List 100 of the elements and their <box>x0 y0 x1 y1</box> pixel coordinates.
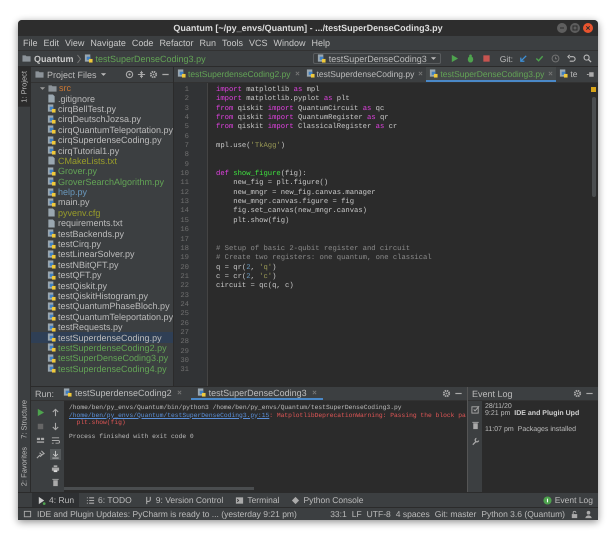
status-message[interactable]: IDE and Plugin Updates: PyCharm is ready to ... (yesterday 9:21 pm) <box>37 509 297 519</box>
caret-icon[interactable] <box>430 55 437 62</box>
menu-item[interactable]: Refactor <box>156 38 196 48</box>
editor-tab[interactable]: te <box>556 67 580 82</box>
status-item[interactable]: UTF-8 <box>366 509 391 519</box>
menu-item[interactable]: Run <box>196 38 219 48</box>
run-config-dropdown[interactable]: testSuperDenseCoding3 <box>312 53 441 64</box>
status-item[interactable]: 4 spaces <box>396 509 430 519</box>
tree-item[interactable]: .gitignore <box>31 93 173 104</box>
tree-item[interactable]: testQiskitHistogram.py <box>31 290 173 302</box>
tree-item[interactable]: testRequests.py <box>31 322 173 332</box>
status-item[interactable]: LF <box>352 509 362 519</box>
run-tab[interactable]: testSuperdenseCoding2 <box>57 387 188 400</box>
editor-tab[interactable]: testSuperDenseCoding3.py <box>426 67 556 82</box>
status-item[interactable]: Python 3.6 (Quantum) <box>481 509 565 519</box>
project-view-dropdown[interactable]: Project Files <box>47 70 97 80</box>
tree-item[interactable]: testSuperdenseCoding2.py <box>31 342 173 354</box>
tree-item[interactable]: cirqDeutschJozsa.py <box>31 114 173 125</box>
scrollbar[interactable] <box>592 97 596 197</box>
tool-window-button[interactable]: 4: Run <box>32 493 80 507</box>
tree-item[interactable]: testNBitQFT.py <box>31 260 173 270</box>
wrench-icon[interactable] <box>470 437 480 446</box>
menu-item[interactable]: Edit <box>40 38 62 48</box>
settings-icon[interactable] <box>149 70 158 79</box>
tree-item[interactable]: cirqBellTest.py <box>31 104 173 114</box>
print-icon[interactable] <box>50 464 60 472</box>
menu-item[interactable]: View <box>62 38 88 48</box>
debug-icon[interactable] <box>466 54 475 63</box>
tree-item[interactable]: testBackends.py <box>31 228 173 239</box>
tree-item[interactable]: CMakeLists.txt <box>31 156 173 166</box>
menu-item[interactable]: Navigate <box>87 38 129 48</box>
close-icon[interactable] <box>418 71 424 76</box>
scrollbar[interactable] <box>64 487 254 490</box>
tree-item[interactable]: testQFT.py <box>31 270 173 280</box>
arrow-icon[interactable] <box>519 54 528 63</box>
mark-read-icon[interactable] <box>470 405 480 414</box>
tree-item[interactable]: main.py <box>31 197 173 208</box>
tool-window-button[interactable]: 9: Version Control <box>138 493 228 507</box>
wrap-icon[interactable] <box>50 436 60 444</box>
search-icon[interactable] <box>583 54 592 63</box>
tree-item[interactable]: testSuperDenseCoding3.py <box>31 353 173 364</box>
caret-icon[interactable] <box>100 71 107 78</box>
pin-icon[interactable] <box>36 450 44 458</box>
editor-tab[interactable]: testSuperdenseCoding.py <box>302 67 426 82</box>
clock-icon[interactable] <box>551 54 560 63</box>
tree-item[interactable]: requirements.txt <box>31 218 173 228</box>
inspector-icon[interactable] <box>584 510 593 518</box>
settings-icon[interactable] <box>573 389 582 398</box>
warning-marker-icon[interactable] <box>591 87 596 92</box>
tree-item[interactable]: cirqQuantumTeleportation.py <box>31 124 173 135</box>
trash-icon[interactable] <box>470 421 480 430</box>
tree-item[interactable]: help.py <box>31 186 173 198</box>
down-arrow-icon[interactable] <box>50 422 60 430</box>
undo-icon[interactable] <box>567 54 576 63</box>
layout-icon[interactable] <box>36 436 44 444</box>
status-item[interactable]: 33:1 <box>330 509 347 519</box>
close-icon[interactable] <box>312 390 317 395</box>
tree-item[interactable]: src <box>31 83 173 94</box>
breadcrumb-file[interactable]: testSuperDenseCoding3.py <box>96 54 206 64</box>
menu-item[interactable]: Window <box>270 38 309 48</box>
expand-caret-icon[interactable] <box>39 84 46 92</box>
tool-window-button[interactable]: Python Console <box>286 493 368 507</box>
menu-item[interactable]: VCS <box>246 38 270 48</box>
tree-item[interactable]: testQiskit.py <box>31 280 173 291</box>
tree-item[interactable]: cirqTutorial1.py <box>31 145 173 156</box>
close-icon[interactable] <box>294 71 300 76</box>
tree-item[interactable]: GroverSearchAlgorithm.py <box>31 176 173 187</box>
tree-item[interactable]: testSuperdenseCoding4.py <box>31 364 173 374</box>
up-arrow-icon[interactable] <box>50 408 60 416</box>
tree-item[interactable]: testCirq.py <box>31 238 173 250</box>
menu-item[interactable]: Help <box>308 38 334 48</box>
breadcrumb-project[interactable]: Quantum <box>34 54 74 64</box>
editor-tab[interactable]: testSuperdenseCoding2.py <box>174 67 303 82</box>
tool-window-button[interactable]: Terminal <box>230 493 284 507</box>
run-icon[interactable] <box>450 54 459 63</box>
tree-item[interactable]: testQuantumTeleportation.py <box>31 312 173 322</box>
tree-item[interactable]: pyvenv.cfg <box>31 208 173 218</box>
tree-item[interactable]: testQuantumPhaseBloch.py <box>31 301 173 312</box>
menu-item[interactable]: Code <box>128 38 156 48</box>
scroll-to-end-icon[interactable] <box>50 448 60 460</box>
close-icon[interactable] <box>176 390 182 395</box>
menu-item[interactable]: File <box>20 38 41 48</box>
tree-item[interactable]: testSuperdenseCoding.py <box>31 332 173 343</box>
run-tab[interactable]: testSuperDenseCoding3 <box>190 387 323 400</box>
stop-icon[interactable] <box>482 54 491 63</box>
tree-item[interactable]: cirqSuperdenseCoding.py <box>31 134 173 146</box>
rerun-icon[interactable] <box>36 408 44 416</box>
tree-item[interactable]: Grover.py <box>31 166 173 177</box>
check-icon[interactable] <box>535 54 544 63</box>
tool-window-button[interactable]: Event Log <box>538 493 598 507</box>
tool-window-button[interactable]: 6: TODO <box>81 493 137 507</box>
lock-icon[interactable] <box>570 510 579 518</box>
status-item[interactable]: Git: master <box>434 509 476 519</box>
settings-icon[interactable] <box>442 389 451 398</box>
target-icon[interactable] <box>125 70 134 79</box>
collapse-icon[interactable] <box>137 70 146 79</box>
tree-item[interactable]: testLinearSolver.py <box>31 249 173 260</box>
message-icon[interactable] <box>23 510 32 518</box>
tab-list-icon[interactable] <box>586 70 595 79</box>
trash-icon[interactable] <box>50 478 60 486</box>
